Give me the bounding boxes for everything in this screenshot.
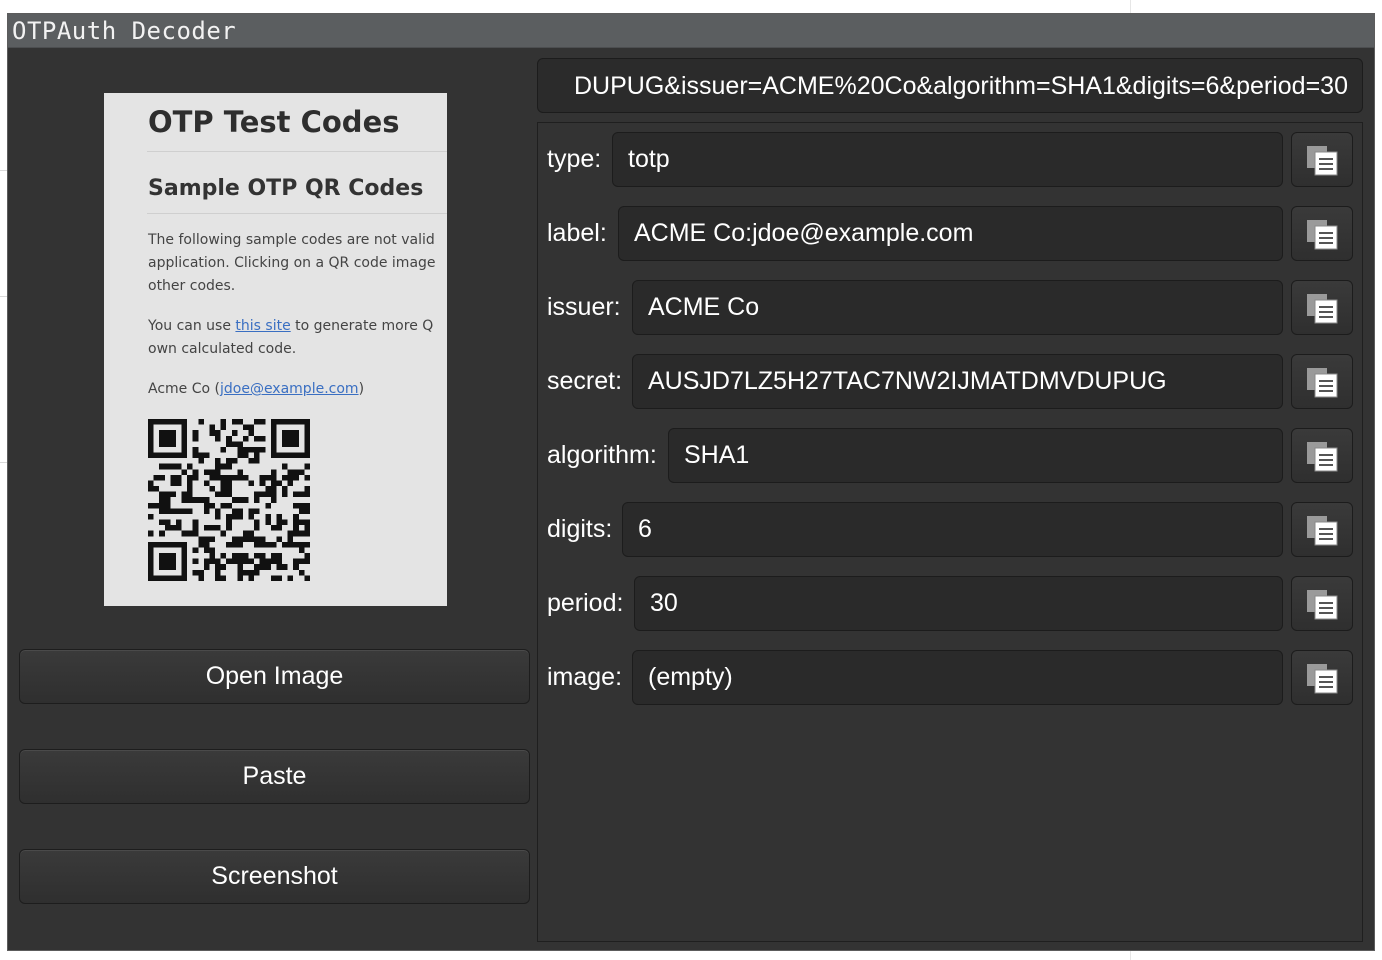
field-value-secret[interactable]: AUSJD7LZ5H27TAC7NW2IJMATDMVDUPUG bbox=[632, 354, 1283, 409]
copy-icon bbox=[1307, 441, 1338, 471]
field-label: type: bbox=[547, 145, 602, 173]
copy-button[interactable] bbox=[1291, 354, 1353, 409]
preview-paragraph-line: own calculated code. bbox=[148, 341, 297, 357]
preview-text: Acme Co ( bbox=[148, 381, 220, 397]
field-value-period[interactable]: 30 bbox=[634, 576, 1283, 631]
copy-button[interactable] bbox=[1291, 502, 1353, 557]
preview-heading: OTP Test Codes bbox=[148, 105, 400, 139]
field-row-issuer: issuer: ACME Co bbox=[538, 280, 1362, 336]
field-label: secret: bbox=[547, 367, 623, 395]
copy-icon bbox=[1307, 367, 1338, 397]
otpauth-uri-field[interactable]: DUPUG&issuer=ACME%20Co&algorithm=SHA1&di… bbox=[537, 58, 1363, 113]
field-value-digits[interactable]: 6 bbox=[622, 502, 1283, 557]
title-bar[interactable]: OTPAuth Decoder bbox=[8, 14, 1374, 48]
field-label: label: bbox=[547, 219, 607, 247]
copy-button[interactable] bbox=[1291, 428, 1353, 483]
field-label: image: bbox=[547, 663, 623, 691]
preview-text: You can use bbox=[148, 318, 236, 334]
copy-button[interactable] bbox=[1291, 206, 1353, 261]
copy-button[interactable] bbox=[1291, 576, 1353, 631]
copy-icon bbox=[1307, 589, 1338, 619]
field-row-secret: secret: AUSJD7LZ5H27TAC7NW2IJMATDMVDUPUG bbox=[538, 354, 1362, 410]
preview-paragraph-line: other codes. bbox=[148, 278, 236, 294]
preview-subheading: Sample OTP QR Codes bbox=[148, 176, 424, 201]
open-image-button[interactable]: Open Image bbox=[19, 649, 530, 704]
window-title: OTPAuth Decoder bbox=[12, 17, 237, 45]
preview-divider bbox=[147, 213, 447, 214]
field-row-digits: digits: 6 bbox=[538, 502, 1362, 558]
field-label: period: bbox=[547, 589, 624, 617]
copy-icon bbox=[1307, 145, 1338, 175]
field-value-label[interactable]: ACME Co:jdoe@example.com bbox=[618, 206, 1283, 261]
field-row-label: label: ACME Co:jdoe@example.com bbox=[538, 206, 1362, 262]
field-row-period: period: 30 bbox=[538, 576, 1362, 632]
field-label: algorithm: bbox=[547, 441, 657, 469]
copy-icon bbox=[1307, 219, 1338, 249]
copy-button[interactable] bbox=[1291, 280, 1353, 335]
preview-paragraph-line: You can use this site to generate more Q bbox=[148, 315, 433, 338]
copy-icon bbox=[1307, 293, 1338, 323]
decoded-fields-panel: type: totp label: ACME Co:jdoe@example.com i… bbox=[537, 122, 1363, 942]
qr-image-preview: OTP Test Codes Sample OTP QR Codes The f… bbox=[104, 93, 447, 606]
field-label: issuer: bbox=[547, 293, 621, 321]
field-value-algorithm[interactable]: SHA1 bbox=[668, 428, 1283, 483]
field-value-image[interactable]: (empty) bbox=[632, 650, 1283, 705]
preview-text: to generate more Q bbox=[290, 318, 434, 334]
copy-button[interactable] bbox=[1291, 650, 1353, 705]
field-label: digits: bbox=[547, 515, 613, 543]
preview-text: ) bbox=[358, 381, 365, 397]
paste-button[interactable]: Paste bbox=[19, 749, 530, 804]
field-row-type: type: totp bbox=[538, 132, 1362, 188]
screenshot-button[interactable]: Screenshot bbox=[19, 849, 530, 904]
field-row-algorithm: algorithm: SHA1 bbox=[538, 428, 1362, 484]
otpauth-uri-text: DUPUG&issuer=ACME%20Co&algorithm=SHA1&di… bbox=[574, 72, 1348, 100]
preview-email-link: jdoe@example.com bbox=[219, 381, 359, 397]
copy-icon bbox=[1307, 515, 1338, 545]
preview-paragraph-line: The following sample codes are not valid bbox=[148, 232, 435, 248]
field-value-issuer[interactable]: ACME Co bbox=[632, 280, 1283, 335]
field-value-type[interactable]: totp bbox=[612, 132, 1283, 187]
preview-account-line: Acme Co (jdoe@example.com) bbox=[148, 378, 364, 401]
qr-code bbox=[148, 419, 310, 581]
field-row-image: image: (empty) bbox=[538, 650, 1362, 706]
preview-paragraph-line: application. Clicking on a QR code image bbox=[148, 255, 436, 271]
preview-divider bbox=[147, 151, 447, 152]
preview-site-link: this site bbox=[235, 318, 291, 334]
copy-icon bbox=[1307, 663, 1338, 693]
copy-button[interactable] bbox=[1291, 132, 1353, 187]
otpauth-decoder-window: OTPAuth Decoder OTP Test Codes Sample OT… bbox=[7, 13, 1375, 951]
